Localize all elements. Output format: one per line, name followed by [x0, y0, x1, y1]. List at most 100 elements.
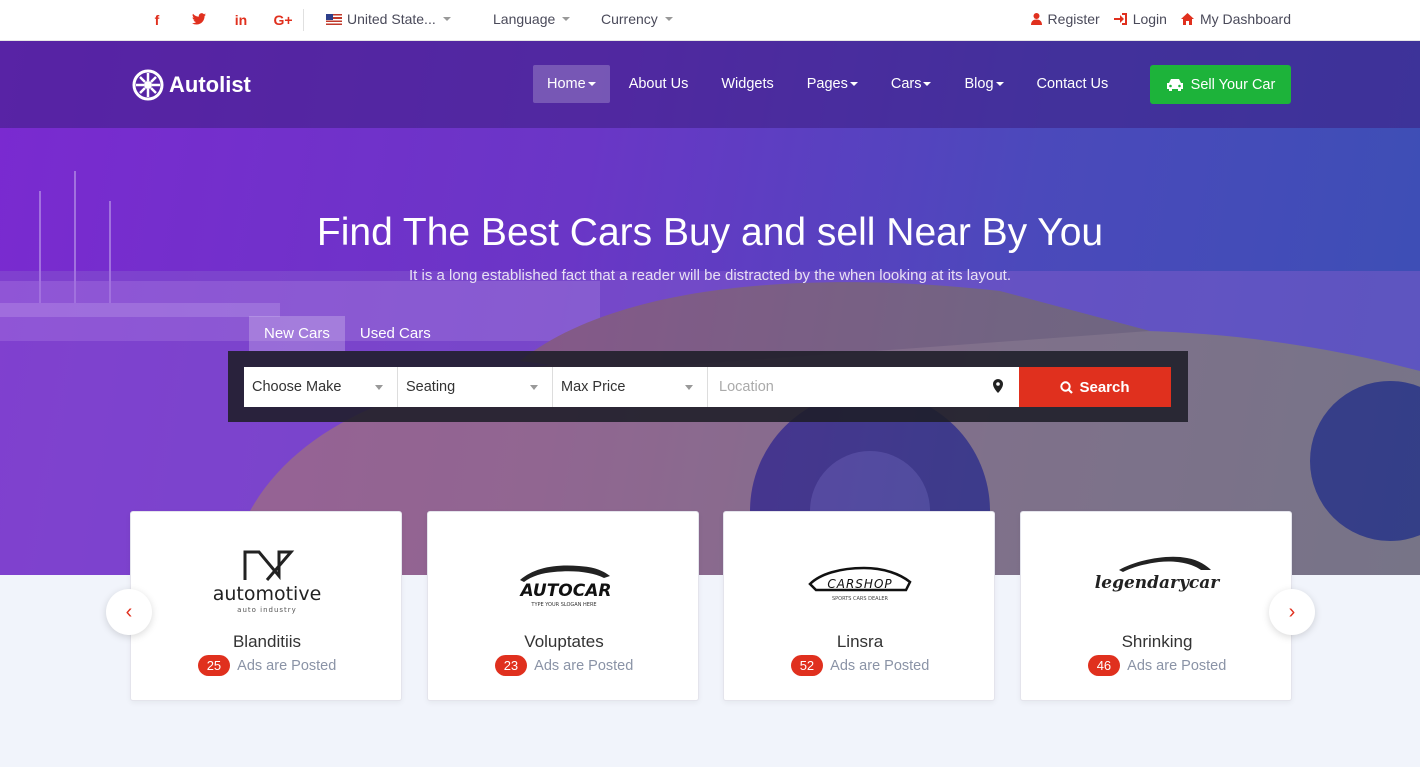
max-price-label: Max Price: [561, 379, 626, 395]
topbar-divider: [303, 9, 304, 31]
brand-logo: legendarycar: [1021, 532, 1293, 628]
ads-label: Ads are Posted: [1127, 657, 1227, 674]
carousel-prev-button[interactable]: ‹: [106, 589, 152, 635]
nav-item-about[interactable]: About Us: [615, 65, 703, 103]
language-select[interactable]: Language: [493, 11, 571, 27]
seating-select[interactable]: Seating: [398, 367, 553, 407]
svg-text:auto industry: auto industry: [237, 606, 297, 614]
map-marker-icon: [993, 379, 1003, 393]
chevron-down-icon: [375, 385, 383, 390]
search-form: Choose Make Seating Max Price Search: [228, 351, 1188, 422]
hero-title: Find The Best Cars Buy and sell Near By …: [316, 211, 1104, 254]
site-logo[interactable]: Autolist: [132, 69, 251, 101]
brand-logo: automotive auto industry: [131, 532, 403, 628]
ads-label: Ads are Posted: [830, 657, 930, 674]
dashboard-label: My Dashboard: [1199, 11, 1291, 27]
ads-label: Ads are Posted: [237, 657, 337, 674]
tab-used-cars[interactable]: Used Cars: [345, 316, 446, 351]
top-bar: f in G+ United State... Language Currenc…: [0, 0, 1420, 41]
nav-item-cars[interactable]: Cars: [877, 65, 946, 103]
language-label: Language: [493, 11, 556, 27]
login-label: Login: [1132, 11, 1167, 27]
search-icon: [1060, 380, 1074, 394]
chevron-down-icon: [664, 17, 673, 21]
seating-label: Seating: [406, 379, 456, 395]
location-input[interactable]: [719, 379, 979, 395]
linkedin-icon[interactable]: in: [220, 12, 262, 28]
make-label: Choose Make: [252, 379, 342, 395]
brand-name: Autolist: [169, 72, 251, 97]
ads-count: 25 Ads are Posted: [131, 655, 403, 676]
chevron-down-icon: [562, 17, 571, 21]
nav-menu: Home About Us Widgets Pages Cars Blog Co…: [533, 65, 1127, 103]
currency-label: Currency: [601, 11, 658, 27]
nav-item-home[interactable]: Home: [533, 65, 610, 103]
brand-card[interactable]: automotive auto industry Blanditiis 25 A…: [130, 511, 402, 701]
nav-pages-label: Pages: [806, 76, 848, 92]
nav-item-pages[interactable]: Pages: [793, 65, 872, 103]
brand-name: Linsra: [836, 632, 884, 651]
count-badge: 52: [790, 655, 824, 676]
nav-item-blog[interactable]: Blog: [950, 65, 1017, 103]
login-link[interactable]: Login: [1113, 11, 1167, 27]
brand-logo: AUTOCAR TYPE YOUR SLOGAN HERE: [428, 532, 700, 628]
user-icon: [1030, 13, 1042, 25]
sell-your-car-button[interactable]: Sell Your Car: [1150, 65, 1291, 104]
carousel-next-button[interactable]: ›: [1269, 589, 1315, 635]
brand-name: Voluptates: [524, 632, 604, 651]
facebook-icon[interactable]: f: [136, 12, 178, 28]
chevron-down-icon: [685, 385, 693, 390]
chevron-down-icon: [530, 385, 538, 390]
home-icon: [1180, 13, 1194, 25]
nav-item-widgets[interactable]: Widgets: [707, 65, 787, 103]
svg-text:legendarycar: legendarycar: [1095, 573, 1220, 593]
nav-cars-label: Cars: [890, 76, 922, 92]
svg-text:CARSHOP: CARSHOP: [827, 577, 892, 591]
ads-count: 23 Ads are Posted: [428, 655, 700, 676]
location-field: [708, 367, 1019, 407]
nav-home-label: Home: [547, 76, 586, 92]
country-label: United State...: [347, 11, 436, 27]
chevron-down-icon: [995, 82, 1004, 86]
account-links: Register Login My Dashboard: [1030, 11, 1291, 27]
ads-count: 46 Ads are Posted: [1021, 655, 1293, 676]
google-plus-icon[interactable]: G+: [262, 12, 304, 28]
svg-text:SPORTS CARS DEALER: SPORTS CARS DEALER: [832, 596, 889, 602]
brand-name: Blanditiis: [232, 632, 302, 651]
wheel-icon: [132, 69, 164, 101]
brand-logo: CARSHOP SPORTS CARS DEALER: [724, 532, 996, 628]
dashboard-link[interactable]: My Dashboard: [1180, 11, 1291, 27]
max-price-select[interactable]: Max Price: [553, 367, 708, 407]
brand-card[interactable]: AUTOCAR TYPE YOUR SLOGAN HERE Voluptates…: [427, 511, 699, 701]
svg-text:TYPE YOUR SLOGAN HERE: TYPE YOUR SLOGAN HERE: [530, 602, 596, 608]
country-select[interactable]: United State...: [326, 11, 451, 27]
nav-item-contact[interactable]: Contact Us: [1023, 65, 1123, 103]
make-select[interactable]: Choose Make: [244, 367, 398, 407]
ads-count: 52 Ads are Posted: [724, 655, 996, 676]
brand-name: Shrinking: [1121, 632, 1193, 651]
currency-select[interactable]: Currency: [601, 11, 673, 27]
chevron-down-icon: [442, 17, 451, 21]
chevron-down-icon: [587, 82, 596, 86]
nav-blog-label: Blog: [964, 76, 994, 92]
brand-card[interactable]: legendarycar Shrinking 46 Ads are Posted: [1020, 511, 1292, 701]
tab-new-cars[interactable]: New Cars: [249, 316, 345, 351]
main-navbar: Autolist Home About Us Widgets Pages Car…: [0, 41, 1420, 128]
svg-text:automotive: automotive: [213, 583, 322, 605]
hero-subtitle: It is a long established fact that a rea…: [408, 267, 1011, 284]
car-icon: [1166, 78, 1183, 91]
chevron-down-icon: [849, 82, 858, 86]
brand-card[interactable]: CARSHOP SPORTS CARS DEALER Linsra 52 Ads…: [723, 511, 995, 701]
count-badge: 23: [494, 655, 528, 676]
sign-in-icon: [1113, 13, 1127, 25]
hero-section: Autolist Home About Us Widgets Pages Car…: [0, 41, 1420, 575]
social-links: f in G+: [136, 0, 304, 40]
search-tabs: New Cars Used Cars: [249, 316, 446, 351]
register-label: Register: [1047, 11, 1100, 27]
us-flag-icon: [326, 13, 342, 25]
search-button[interactable]: Search: [1019, 367, 1171, 407]
search-button-label: Search: [1079, 378, 1130, 396]
svg-text:AUTOCAR: AUTOCAR: [519, 581, 612, 601]
register-link[interactable]: Register: [1030, 11, 1100, 27]
twitter-icon[interactable]: [178, 12, 220, 28]
